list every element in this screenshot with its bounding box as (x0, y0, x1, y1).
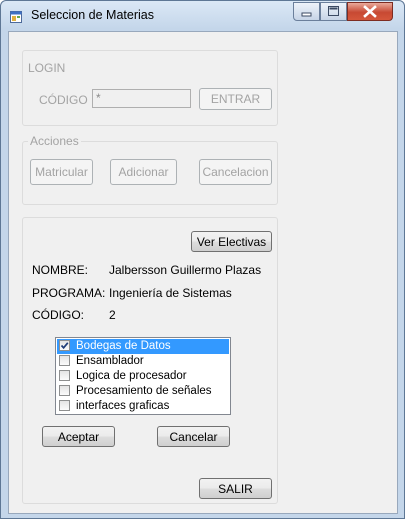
maximize-icon (328, 6, 339, 16)
programa-label: PROGRAMA: (32, 286, 106, 300)
electiva-item-interfaces[interactable]: interfaces graficas (57, 399, 229, 414)
checkbox[interactable] (59, 385, 70, 396)
form-client-area: LOGIN CÓDIGO * ENTRAR Acciones Matricula… (8, 31, 398, 514)
electiva-item-ensamblador[interactable]: Ensamblador (57, 354, 229, 369)
close-button[interactable] (347, 2, 393, 21)
codigo-value: 2 (109, 308, 116, 322)
acciones-group: Acciones Matricular Adicionar Cancelacio… (22, 134, 278, 205)
electiva-item-procesamiento[interactable]: Procesamiento de señales (57, 384, 229, 399)
login-codigo-label: CÓDIGO (39, 93, 88, 107)
cancelacion-button[interactable]: Cancelacion (199, 159, 272, 185)
login-legend: LOGIN (28, 61, 66, 75)
entrar-button[interactable]: ENTRAR (199, 88, 272, 110)
codigo-label: CÓDIGO: (32, 308, 85, 322)
electiva-label: interfaces graficas (76, 400, 170, 412)
cancelar-button[interactable]: Cancelar (157, 426, 230, 447)
electivas-checklist[interactable]: Bodegas de Datos Ensamblador Logica de p… (55, 337, 231, 415)
title-bar[interactable]: Seleccion de Materias (1, 1, 404, 29)
minimize-button[interactable] (293, 2, 320, 21)
adicionar-button[interactable]: Adicionar (110, 159, 177, 185)
close-icon (363, 5, 377, 18)
checkmark-icon (60, 342, 69, 350)
aceptar-button[interactable]: Aceptar (42, 426, 115, 447)
electiva-label: Procesamiento de señales (76, 385, 212, 397)
matricular-button[interactable]: Matricular (30, 159, 93, 185)
app-form-icon (10, 11, 22, 23)
checkbox[interactable] (59, 370, 70, 381)
checkbox[interactable] (59, 355, 70, 366)
ver-electivas-button[interactable]: Ver Electivas (191, 231, 272, 252)
electiva-item-bodegas[interactable]: Bodegas de Datos (57, 339, 229, 354)
app-window: Seleccion de Materias LOGIN CÓDIGO * ENT… (0, 0, 405, 519)
checkbox[interactable] (59, 400, 70, 411)
codigo-password-input[interactable]: * (92, 89, 191, 108)
electiva-label: Bodegas de Datos (76, 340, 171, 352)
window-title: Seleccion de Materias (31, 8, 154, 22)
checkbox-checked[interactable] (59, 340, 70, 351)
electiva-label: Logica de procesador (76, 370, 187, 382)
acciones-legend: Acciones (28, 134, 81, 148)
salir-button[interactable]: SALIR (199, 478, 272, 499)
nombre-label: NOMBRE: (32, 263, 89, 277)
electiva-label: Ensamblador (76, 355, 144, 367)
programa-value: Ingeniería de Sistemas (109, 286, 232, 300)
nombre-value: Jalbersson Guillermo Plazas (109, 263, 262, 277)
electiva-item-logica[interactable]: Logica de procesador (57, 369, 229, 384)
maximize-button[interactable] (320, 2, 347, 21)
minimize-icon (301, 12, 312, 17)
login-group: LOGIN CÓDIGO * ENTRAR (22, 50, 278, 126)
